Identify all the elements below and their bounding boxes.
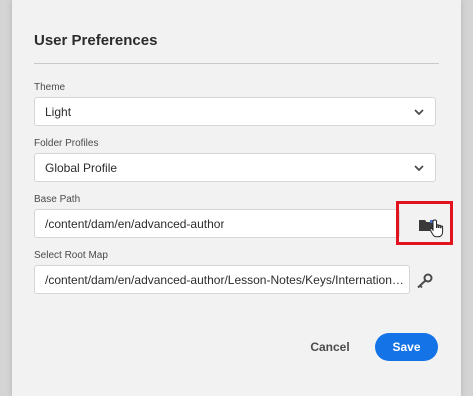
folder-profiles-label: Folder Profiles xyxy=(34,138,99,149)
dialog-title: User Preferences xyxy=(34,32,158,49)
folder-profiles-select[interactable]: Global Profile xyxy=(34,153,436,182)
title-divider xyxy=(34,63,439,64)
base-path-label: Base Path xyxy=(34,194,81,205)
base-path-input[interactable]: /content/dam/en/advanced-author xyxy=(34,209,400,238)
key-icon xyxy=(417,273,433,289)
root-map-label: Select Root Map xyxy=(34,250,108,261)
theme-select[interactable]: Light xyxy=(34,97,436,126)
user-preferences-dialog: User Preferences Theme Light Folder Prof… xyxy=(12,0,461,396)
folder-profiles-value: Global Profile xyxy=(45,160,118,175)
chevron-down-icon xyxy=(414,109,424,116)
highlight-box xyxy=(396,201,453,245)
chevron-down-icon xyxy=(414,165,424,172)
save-button[interactable]: Save xyxy=(375,333,438,361)
root-map-browse-button[interactable] xyxy=(413,270,435,292)
cancel-button[interactable]: Cancel xyxy=(306,336,354,358)
root-map-input[interactable]: /content/dam/en/advanced-author/Lesson-N… xyxy=(34,265,410,294)
root-map-value: /content/dam/en/advanced-author/Lesson-N… xyxy=(45,272,409,287)
theme-label: Theme xyxy=(34,82,66,93)
base-path-value: /content/dam/en/advanced-author xyxy=(45,216,225,231)
theme-value: Light xyxy=(45,104,72,119)
